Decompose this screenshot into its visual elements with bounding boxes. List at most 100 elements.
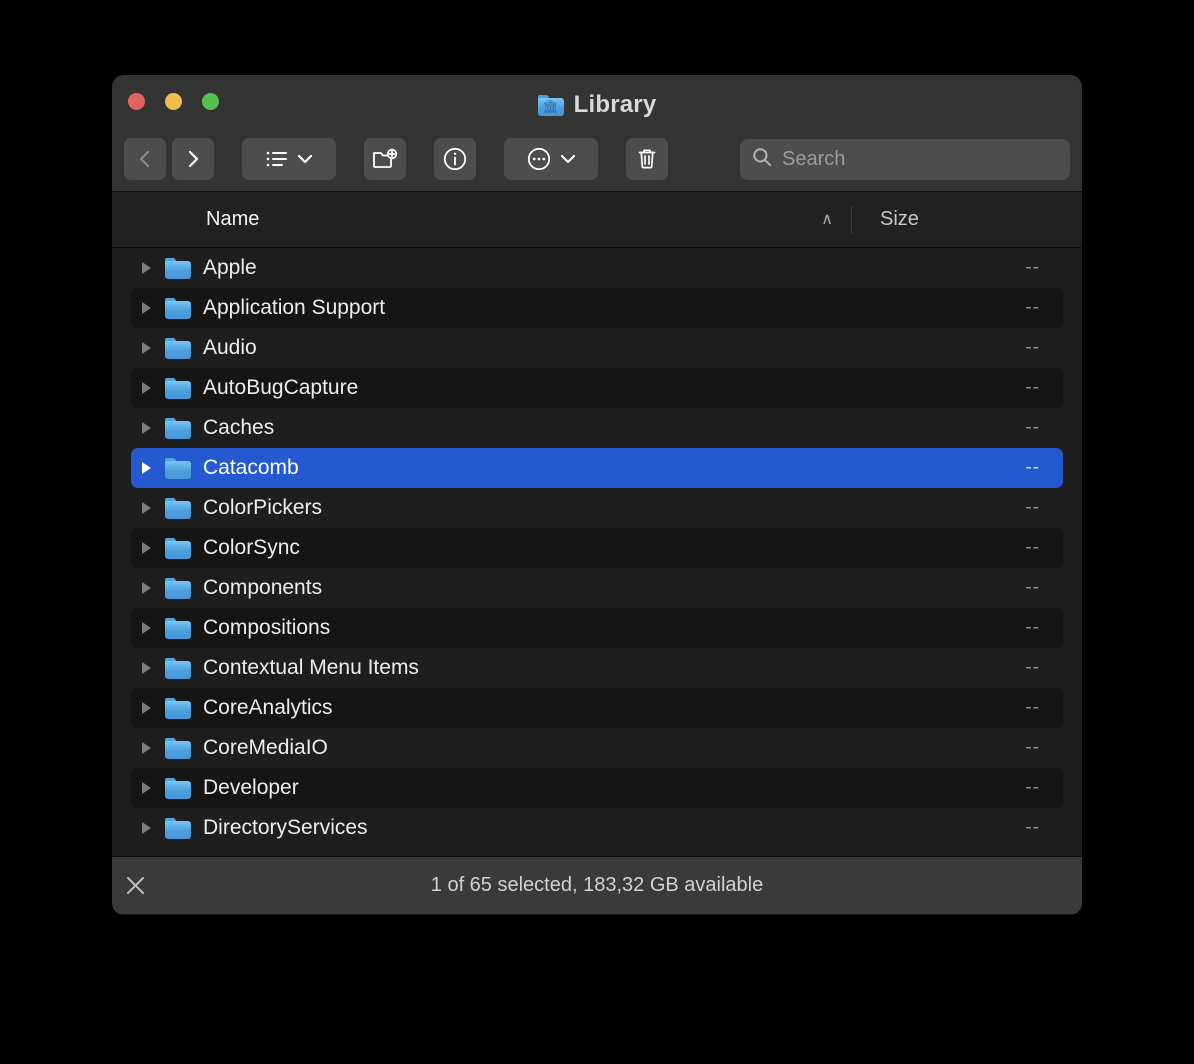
file-size: --: [1025, 337, 1040, 358]
file-name: Caches: [203, 416, 275, 439]
file-name: DirectoryServices: [203, 816, 368, 839]
chevron-right-icon: [184, 148, 202, 170]
table-row[interactable]: Caches --: [131, 408, 1063, 448]
file-size: --: [1025, 537, 1040, 558]
disclosure-triangle-icon[interactable]: [142, 662, 151, 674]
folder-icon: [165, 537, 191, 559]
table-row[interactable]: Catacomb --: [131, 448, 1063, 488]
file-size: --: [1025, 817, 1040, 838]
disclosure-triangle-icon[interactable]: [142, 542, 151, 554]
column-header-name[interactable]: Name ∧: [112, 208, 851, 231]
table-row[interactable]: Application Support --: [131, 288, 1063, 328]
ellipsis-circle-icon: [526, 146, 552, 172]
folder-icon: [165, 457, 191, 479]
disclosure-triangle-icon[interactable]: [142, 782, 151, 794]
folder-icon: [165, 737, 191, 759]
table-row[interactable]: Compositions --: [131, 608, 1063, 648]
table-row[interactable]: Developer --: [131, 768, 1063, 808]
table-row[interactable]: CoreMediaIO --: [131, 728, 1063, 768]
file-list[interactable]: Apple -- Application Support -- Audio -- AutoB…: [112, 248, 1082, 856]
trash-icon: [636, 146, 658, 172]
file-size: --: [1025, 617, 1040, 638]
disclosure-triangle-icon[interactable]: [142, 622, 151, 634]
disclosure-triangle-icon[interactable]: [142, 702, 151, 714]
table-row[interactable]: Contextual Menu Items --: [131, 648, 1063, 688]
disclosure-triangle-icon[interactable]: [142, 462, 151, 474]
new-folder-button[interactable]: [364, 138, 406, 180]
get-info-button[interactable]: [434, 138, 476, 180]
column-header-size[interactable]: Size: [852, 208, 1082, 231]
library-folder-icon: 🏛: [537, 94, 564, 116]
chevron-down-icon: [560, 153, 576, 165]
folder-icon: [165, 817, 191, 839]
file-name: Audio: [203, 336, 257, 359]
window-title: 🏛 Library: [112, 91, 1082, 119]
disclosure-triangle-icon[interactable]: [142, 302, 151, 314]
table-row[interactable]: CoreAnalytics --: [131, 688, 1063, 728]
file-name: Developer: [203, 776, 299, 799]
file-size: --: [1025, 657, 1040, 678]
file-name: ColorSync: [203, 536, 300, 559]
disclosure-triangle-icon[interactable]: [142, 502, 151, 514]
disclosure-triangle-icon[interactable]: [142, 422, 151, 434]
column-header-name-label: Name: [206, 208, 260, 230]
back-button[interactable]: [124, 138, 166, 180]
table-row[interactable]: ColorSync --: [131, 528, 1063, 568]
disclosure-triangle-icon[interactable]: [142, 262, 151, 274]
pencil-slash-icon: [124, 873, 150, 899]
search-field[interactable]: Search: [740, 138, 1070, 180]
disclosure-triangle-icon[interactable]: [142, 742, 151, 754]
folder-icon: [165, 377, 191, 399]
file-name: ColorPickers: [203, 496, 323, 519]
table-row[interactable]: ColorPickers --: [131, 488, 1063, 528]
finder-window: 🏛 Library Search Name ∧ Size Apple -- Ap…: [112, 75, 1082, 915]
file-name: CoreMediaIO: [203, 736, 328, 759]
file-size: --: [1025, 737, 1040, 758]
toolbar: Search: [112, 131, 1082, 187]
titlebar: 🏛 Library Search: [112, 75, 1082, 192]
maximize-button[interactable]: [202, 93, 219, 110]
status-text: 1 of 65 selected, 183,32 GB available: [430, 874, 764, 896]
chevron-left-icon: [136, 148, 154, 170]
view-options-button[interactable]: [242, 138, 336, 180]
table-row[interactable]: Audio --: [131, 328, 1063, 368]
disclosure-triangle-icon[interactable]: [142, 822, 151, 834]
file-size: --: [1025, 497, 1040, 518]
file-size: --: [1025, 577, 1040, 598]
sort-ascending-icon: ∧: [821, 210, 833, 228]
new-folder-icon: [372, 148, 398, 170]
column-header-row: Name ∧ Size: [112, 192, 1082, 248]
folder-icon: [165, 697, 191, 719]
folder-icon: [165, 337, 191, 359]
search-input[interactable]: Search: [782, 148, 845, 171]
file-name: Catacomb: [203, 456, 299, 479]
actions-button[interactable]: [504, 138, 598, 180]
folder-icon: [165, 417, 191, 439]
folder-icon: [165, 297, 191, 319]
table-row[interactable]: AutoBugCapture --: [131, 368, 1063, 408]
file-name: Components: [203, 576, 323, 599]
table-row[interactable]: DirectoryServices --: [131, 808, 1063, 848]
disclosure-triangle-icon[interactable]: [142, 342, 151, 354]
disclosure-triangle-icon[interactable]: [142, 582, 151, 594]
file-name: AutoBugCapture: [203, 376, 359, 399]
delete-button[interactable]: [626, 138, 668, 180]
chevron-down-icon: [297, 153, 313, 165]
file-name: Contextual Menu Items: [203, 656, 419, 679]
status-bar: 1 of 65 selected, 183,32 GB available: [112, 856, 1082, 914]
file-size: --: [1025, 257, 1040, 278]
folder-icon: [165, 617, 191, 639]
folder-icon: [165, 497, 191, 519]
forward-button[interactable]: [172, 138, 214, 180]
file-size: --: [1025, 697, 1040, 718]
list-view-icon: [265, 149, 289, 169]
file-size: --: [1025, 417, 1040, 438]
table-row[interactable]: Apple --: [131, 248, 1063, 288]
folder-icon: [165, 777, 191, 799]
navigation-group: [124, 138, 214, 180]
table-row[interactable]: Components --: [131, 568, 1063, 608]
minimize-button[interactable]: [165, 93, 182, 110]
disclosure-triangle-icon[interactable]: [142, 382, 151, 394]
close-button[interactable]: [128, 93, 145, 110]
file-size: --: [1025, 377, 1040, 398]
